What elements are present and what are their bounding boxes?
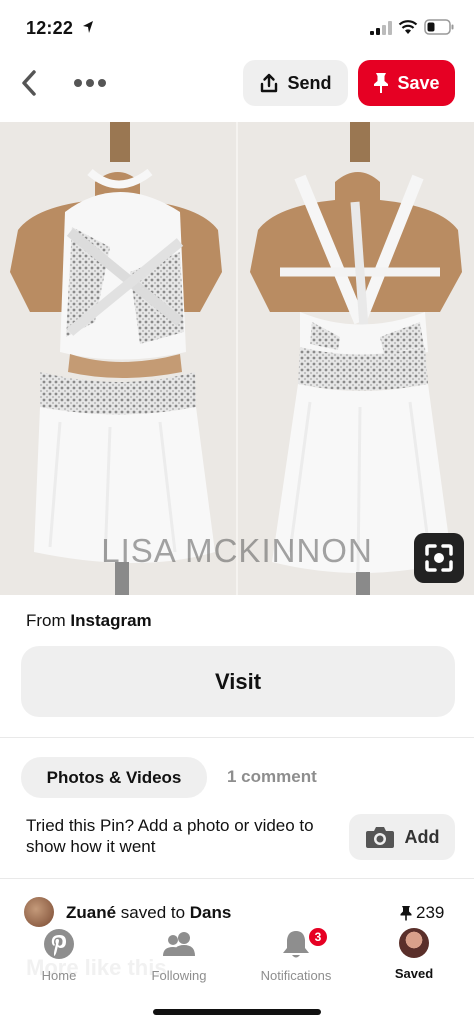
tried-pin-prompt: Tried this Pin? Add a photo or video to … <box>26 816 314 856</box>
save-label: Save <box>397 72 440 93</box>
pin-icon <box>400 906 412 921</box>
pinterest-logo-icon <box>44 929 74 959</box>
more-options-icon[interactable] <box>70 70 110 96</box>
add-photo-button[interactable]: Add <box>349 814 455 860</box>
saved-to-text: saved to <box>116 903 190 922</box>
battery-icon <box>424 19 454 35</box>
people-icon <box>163 932 195 956</box>
nav-following-label: Following <box>151 968 207 983</box>
nav-home-label: Home <box>41 968 77 983</box>
camera-icon <box>365 827 394 848</box>
divider <box>0 737 474 738</box>
dress-photo <box>10 122 462 595</box>
watermark: LISA MCKINNON <box>101 532 373 569</box>
nav-notifications-label: Notifications <box>260 968 332 983</box>
status-bar: 12:22 <box>0 0 474 54</box>
home-indicator[interactable] <box>153 1009 321 1015</box>
cellular-signal-icon <box>370 21 392 35</box>
save-count-value: 239 <box>416 903 445 922</box>
save-count: 239 <box>400 903 444 923</box>
nav-home[interactable]: Home <box>34 928 84 983</box>
nav-saved[interactable]: Saved <box>389 928 439 981</box>
tab-photos-label: Photos & Videos <box>46 767 182 787</box>
pin-source: From Instagram <box>26 611 152 631</box>
location-arrow-icon <box>83 21 93 33</box>
tab-comments[interactable]: 1 comment <box>227 767 317 787</box>
save-button[interactable]: Save <box>358 60 455 106</box>
nav-saved-label: Saved <box>394 966 434 981</box>
nav-notifications[interactable]: 3 Notifications <box>251 926 341 983</box>
visit-label: Visit <box>214 668 262 694</box>
source-name[interactable]: Instagram <box>70 611 151 630</box>
send-label: Send <box>287 72 332 93</box>
notifications-badge: 3 <box>307 926 329 948</box>
lens-scan-icon <box>425 544 453 572</box>
visual-search-button[interactable] <box>414 533 464 583</box>
share-icon <box>261 73 278 93</box>
back-button[interactable] <box>16 66 44 100</box>
add-label: Add <box>404 826 440 847</box>
nav-following[interactable]: Following <box>144 928 214 983</box>
saved-by-text: Zuané saved to Dans <box>66 903 231 923</box>
wifi-icon <box>398 20 418 34</box>
avatar <box>399 928 429 958</box>
send-button[interactable]: Send <box>243 60 348 106</box>
status-time: 12:22 <box>26 18 74 38</box>
divider <box>0 878 474 879</box>
visit-button[interactable]: Visit <box>21 646 455 717</box>
saver-name[interactable]: Zuané <box>66 903 116 922</box>
board-name[interactable]: Dans <box>190 903 232 922</box>
tab-photos-videos[interactable]: Photos & Videos <box>21 757 207 798</box>
pin-image[interactable]: LISA MCKINNON <box>0 122 474 595</box>
pin-icon <box>374 73 389 93</box>
source-prefix: From <box>26 611 71 630</box>
